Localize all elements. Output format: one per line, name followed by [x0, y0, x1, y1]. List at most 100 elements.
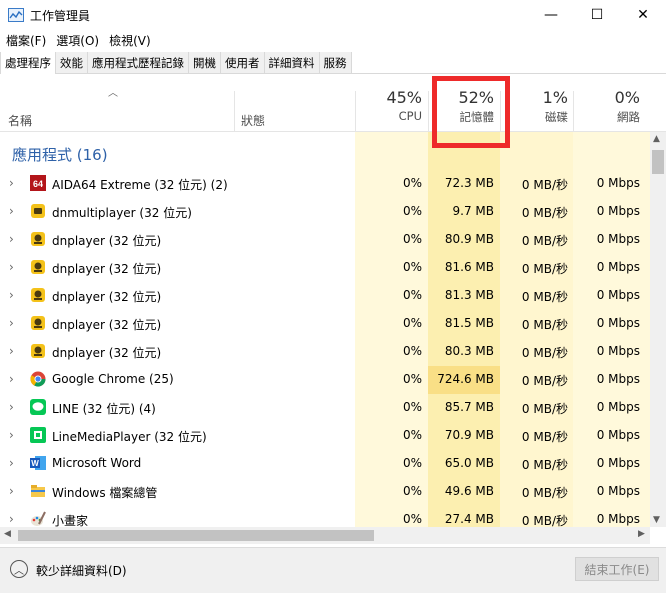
- table-row[interactable]: › LineMediaPlayer (32 位元) 0% 70.9 MB 0 MB/秒 0…: [0, 422, 650, 450]
- explorer-icon: [30, 483, 46, 499]
- process-network: 0 Mbps: [596, 176, 640, 190]
- process-disk: 0 MB/秒: [521, 402, 568, 416]
- tab-performance[interactable]: 效能: [56, 52, 88, 73]
- process-name: Google Chrome (25): [52, 372, 174, 386]
- process-name: 小畫家: [52, 514, 89, 527]
- tab-startup[interactable]: 開機: [189, 52, 221, 73]
- footer: ︿ 較少詳細資料(D) 結束工作(E): [0, 547, 666, 593]
- process-memory: 85.7 MB: [444, 400, 494, 414]
- process-memory: 81.3 MB: [444, 288, 494, 302]
- column-network[interactable]: 0% 網路: [574, 88, 640, 125]
- expand-chevron-icon[interactable]: ›: [9, 260, 14, 274]
- network-percent: 0%: [614, 88, 640, 107]
- expand-chevron-icon[interactable]: ›: [9, 484, 14, 498]
- process-network: 0 Mbps: [596, 456, 640, 470]
- table-row[interactable]: › W Microsoft Word 0% 65.0 MB 0 MB/秒 0 Mbps: [0, 450, 650, 478]
- scroll-down-icon[interactable]: ▼: [653, 515, 660, 525]
- process-memory: 81.6 MB: [444, 260, 494, 274]
- scroll-thumb[interactable]: [18, 530, 374, 541]
- expand-chevron-icon[interactable]: ›: [9, 372, 14, 386]
- table-row[interactable]: › dnplayer (32 位元) 0% 81.6 MB 0 MB/秒 0 Mbps: [0, 254, 650, 282]
- window-title: 工作管理員: [30, 9, 91, 23]
- scroll-thumb[interactable]: [652, 150, 664, 174]
- table-row[interactable]: › dnmultiplayer (32 位元) 0% 9.7 MB 0 MB/秒 0 Mb…: [0, 198, 650, 226]
- table-row[interactable]: › Google Chrome (25) 0% 724.6 MB 0 MB/秒 0 Mbp…: [0, 366, 650, 394]
- network-label: 網路: [617, 110, 640, 124]
- expand-chevron-icon[interactable]: ›: [9, 316, 14, 330]
- aida64-icon: 64: [30, 175, 46, 191]
- table-row[interactable]: › dnplayer (32 位元) 0% 80.3 MB 0 MB/秒 0 Mbps: [0, 338, 650, 366]
- process-memory: 81.5 MB: [444, 316, 494, 330]
- vertical-scrollbar[interactable]: ▲ ▼: [650, 132, 666, 527]
- expand-chevron-icon[interactable]: ›: [9, 456, 14, 470]
- table-row[interactable]: › 64 AIDA64 Extreme (32 位元) (2) 0% 72.3 MB 0 …: [0, 170, 650, 198]
- column-cpu[interactable]: 45% CPU: [356, 88, 422, 123]
- menu-view[interactable]: 檢視(V): [103, 30, 155, 50]
- process-memory: 70.9 MB: [444, 428, 494, 442]
- tab-details[interactable]: 詳細資料: [264, 52, 320, 73]
- menu-options[interactable]: 選項(O): [50, 30, 103, 50]
- scroll-left-icon[interactable]: ◀: [4, 529, 11, 539]
- expand-chevron-icon[interactable]: ›: [9, 204, 14, 218]
- process-memory: 72.3 MB: [444, 176, 494, 190]
- process-network: 0 Mbps: [596, 260, 640, 274]
- sort-up-icon[interactable]: ︿: [108, 84, 118, 99]
- scroll-right-icon[interactable]: ▶: [638, 529, 645, 539]
- column-status[interactable]: 狀態: [241, 112, 265, 129]
- process-name: dnplayer (32 位元): [52, 262, 162, 276]
- process-disk: 0 MB/秒: [521, 374, 568, 388]
- tab-app-history[interactable]: 應用程式歷程記錄: [88, 52, 189, 73]
- tab-services[interactable]: 服務: [319, 52, 352, 73]
- table-row[interactable]: › Windows 檔案總管 0% 49.6 MB 0 MB/秒 0 Mbps: [0, 478, 650, 506]
- process-name: LineMediaPlayer (32 位元): [52, 430, 207, 444]
- expand-chevron-icon[interactable]: ›: [9, 176, 14, 190]
- process-name: Windows 檔案總管: [52, 486, 158, 500]
- horizontal-scrollbar[interactable]: ◀ ▶: [0, 527, 650, 544]
- process-name: LINE (32 位元) (4): [52, 402, 156, 416]
- expand-chevron-icon[interactable]: ›: [9, 288, 14, 302]
- process-list: 應用程式 (16) › 64 AIDA64 Extreme (32 位元) (2) 0…: [0, 132, 650, 527]
- table-row[interactable]: › dnplayer (32 位元) 0% 81.5 MB 0 MB/秒 0 Mbps: [0, 310, 650, 338]
- process-disk: 0 MB/秒: [521, 458, 568, 472]
- column-name[interactable]: 名稱: [8, 112, 32, 129]
- collapse-up-icon[interactable]: ︿: [10, 560, 28, 578]
- expand-chevron-icon[interactable]: ›: [9, 400, 14, 414]
- fewer-details-link[interactable]: 較少詳細資料(D): [36, 562, 127, 579]
- process-network: 0 Mbps: [596, 288, 640, 302]
- expand-chevron-icon[interactable]: ›: [9, 512, 14, 526]
- table-row[interactable]: › dnplayer (32 位元) 0% 81.3 MB 0 MB/秒 0 Mbps: [0, 282, 650, 310]
- maximize-button[interactable]: ☐: [574, 0, 620, 30]
- highlight-box: [432, 76, 510, 148]
- cpu-percent: 45%: [386, 88, 422, 107]
- table-row[interactable]: › LINE (32 位元) (4) 0% 85.7 MB 0 MB/秒 0 Mbps: [0, 394, 650, 422]
- process-cpu: 0%: [402, 484, 422, 498]
- process-memory: 49.6 MB: [444, 484, 494, 498]
- tab-users[interactable]: 使用者: [221, 52, 265, 73]
- tab-processes[interactable]: 處理程序: [0, 52, 56, 74]
- section-apps-header[interactable]: 應用程式 (16): [12, 144, 108, 165]
- process-memory: 9.7 MB: [452, 204, 494, 218]
- process-disk: 0 MB/秒: [521, 262, 568, 276]
- minimize-button[interactable]: —: [528, 0, 574, 30]
- scroll-up-icon[interactable]: ▲: [653, 134, 660, 144]
- expand-chevron-icon[interactable]: ›: [9, 344, 14, 358]
- end-task-button[interactable]: 結束工作(E): [575, 557, 659, 581]
- process-name: dnplayer (32 位元): [52, 234, 162, 248]
- process-cpu: 0%: [402, 288, 422, 302]
- menu-file[interactable]: 檔案(F): [0, 30, 50, 50]
- process-disk: 0 MB/秒: [521, 346, 568, 360]
- process-cpu: 0%: [402, 232, 422, 246]
- chrome-icon: [30, 371, 46, 387]
- column-divider: [234, 91, 235, 132]
- task-manager-icon: [8, 8, 24, 22]
- process-disk: 0 MB/秒: [521, 234, 568, 248]
- expand-chevron-icon[interactable]: ›: [9, 232, 14, 246]
- expand-chevron-icon[interactable]: ›: [9, 428, 14, 442]
- process-network: 0 Mbps: [596, 232, 640, 246]
- process-memory: 80.3 MB: [444, 344, 494, 358]
- table-row[interactable]: › 小畫家 0% 27.4 MB 0 MB/秒 0 Mbps: [0, 506, 650, 527]
- table-row[interactable]: › dnplayer (32 位元) 0% 80.9 MB 0 MB/秒 0 Mbps: [0, 226, 650, 254]
- close-button[interactable]: ✕: [620, 0, 666, 30]
- dnplayer-icon: [30, 231, 46, 247]
- column-disk[interactable]: 1% 磁碟: [500, 88, 568, 125]
